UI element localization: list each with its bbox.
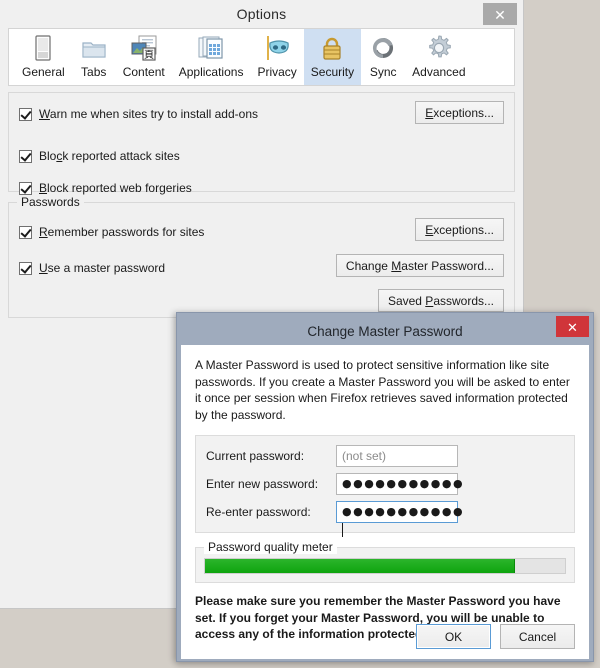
field-row-reenter-password: Re-enter password: ●●●●●●●●●●● [206, 500, 564, 537]
dialog-title: Change Master Password [307, 323, 463, 339]
ok-button[interactable]: OK [416, 624, 491, 649]
tab-tabs-label: Tabs [81, 65, 107, 79]
passwords-groupbox: Passwords Remember passwords for sites E… [8, 195, 515, 318]
reenter-password-input[interactable]: ●●●●●●●●●●● [336, 501, 463, 537]
tab-security-label: Security [310, 65, 355, 79]
folder-tabs-icon [79, 33, 109, 63]
option-block-attack-sites[interactable]: Block reported attack sites [19, 145, 504, 167]
change-master-password-dialog: Change Master Password ✕ A Master Passwo… [176, 312, 594, 662]
option-remember-passwords[interactable]: Remember passwords for sites Exceptions.… [19, 218, 504, 243]
tab-privacy-label: Privacy [257, 65, 297, 79]
tab-privacy[interactable]: Privacy [250, 29, 303, 85]
new-password-input[interactable]: ●●●●●●●●●●● [336, 473, 463, 495]
tab-content[interactable]: 頁 Content [116, 29, 172, 85]
dialog-titlebar: Change Master Password ✕ [181, 316, 589, 345]
reenter-password-value: ●●●●●●●●●●● [342, 505, 465, 518]
password-quality-meter-label: Password quality meter [204, 540, 337, 554]
tab-general[interactable]: General [15, 29, 72, 85]
dialog-button-row: OK Cancel [416, 624, 575, 649]
current-password-label: Current password: [206, 449, 305, 463]
option-block-web-forgeries-label: Block reported web forgeries [39, 181, 192, 195]
change-master-password-button[interactable]: Change Master Password... [335, 254, 504, 277]
tab-general-label: General [22, 65, 65, 79]
dialog-intro-text: A Master Password is used to protect sen… [195, 358, 570, 422]
password-quality-meter-fill [205, 559, 515, 573]
saved-passwords-row: Saved Passwords... [19, 289, 504, 312]
option-block-attack-sites-label: Block reported attack sites [39, 149, 180, 163]
passwords-groupbox-title: Passwords [17, 195, 84, 209]
password-fields-group: Current password: (not set) Enter new pa… [195, 435, 575, 537]
tab-sync-label: Sync [369, 65, 397, 79]
cancel-button[interactable]: Cancel [500, 624, 575, 649]
tab-applications-label: Applications [178, 65, 244, 79]
tab-security[interactable]: Security [303, 29, 362, 85]
tab-advanced-label: Advanced [412, 65, 466, 79]
close-icon[interactable]: ✕ [483, 3, 517, 25]
checkbox-warn-addons[interactable] [19, 107, 32, 121]
password-quality-meter-track [204, 558, 566, 574]
option-warn-addons-label: Warn me when sites try to install add-on… [39, 107, 258, 121]
options-titlebar: Options ✕ [0, 0, 523, 28]
privacy-mask-icon [262, 33, 292, 63]
tab-content-label: Content [122, 65, 165, 79]
tab-applications[interactable]: Applications [172, 29, 251, 85]
text-caret [342, 523, 343, 537]
dialog-body: A Master Password is used to protect sen… [181, 345, 589, 659]
tab-sync[interactable]: Sync [361, 29, 405, 85]
security-padlock-icon [317, 33, 347, 63]
options-window-title: Options [236, 6, 287, 22]
option-block-web-forgeries[interactable]: Block reported web forgeries [19, 177, 504, 199]
option-warn-addons[interactable]: Warn me when sites try to install add-on… [19, 101, 504, 125]
current-password-input[interactable]: (not set) [336, 445, 458, 467]
option-use-master-password-label: Use a master password [39, 261, 166, 275]
option-remember-passwords-label: Remember passwords for sites [39, 225, 205, 239]
checkbox-use-master-password[interactable] [19, 261, 32, 275]
close-icon[interactable]: ✕ [556, 316, 589, 337]
field-row-current-password: Current password: (not set) [206, 444, 564, 468]
sync-arrows-icon [368, 33, 398, 63]
checkbox-remember-passwords[interactable] [19, 225, 32, 239]
options-tabstrip: General Tabs 頁 Content Applications Priv… [8, 28, 515, 86]
security-panel: Warn me when sites try to install add-on… [8, 92, 515, 318]
saved-passwords-button[interactable]: Saved Passwords... [377, 289, 504, 312]
tab-tabs[interactable]: Tabs [72, 29, 116, 85]
content-page-icon: 頁 [129, 33, 159, 63]
option-use-master-password[interactable]: Use a master password Change Master Pass… [19, 254, 504, 279]
exceptions-passwords-button[interactable]: Exceptions... [415, 218, 504, 241]
applications-grid-icon [196, 33, 226, 63]
exceptions-addons-button[interactable]: Exceptions... [415, 101, 504, 124]
tab-advanced[interactable]: Advanced [405, 29, 472, 85]
checkbox-block-attack-sites[interactable] [19, 149, 32, 163]
advanced-gear-icon [424, 33, 454, 63]
new-password-label: Enter new password: [206, 477, 319, 491]
warnings-groupbox: Warn me when sites try to install add-on… [8, 92, 515, 195]
password-quality-meter-group: Password quality meter [195, 540, 575, 583]
field-row-new-password: Enter new password: ●●●●●●●●●●● [206, 472, 564, 496]
svg-text:頁: 頁 [144, 49, 154, 61]
general-device-icon [28, 33, 58, 63]
checkbox-block-web-forgeries[interactable] [19, 181, 32, 195]
reenter-password-label: Re-enter password: [206, 505, 311, 519]
